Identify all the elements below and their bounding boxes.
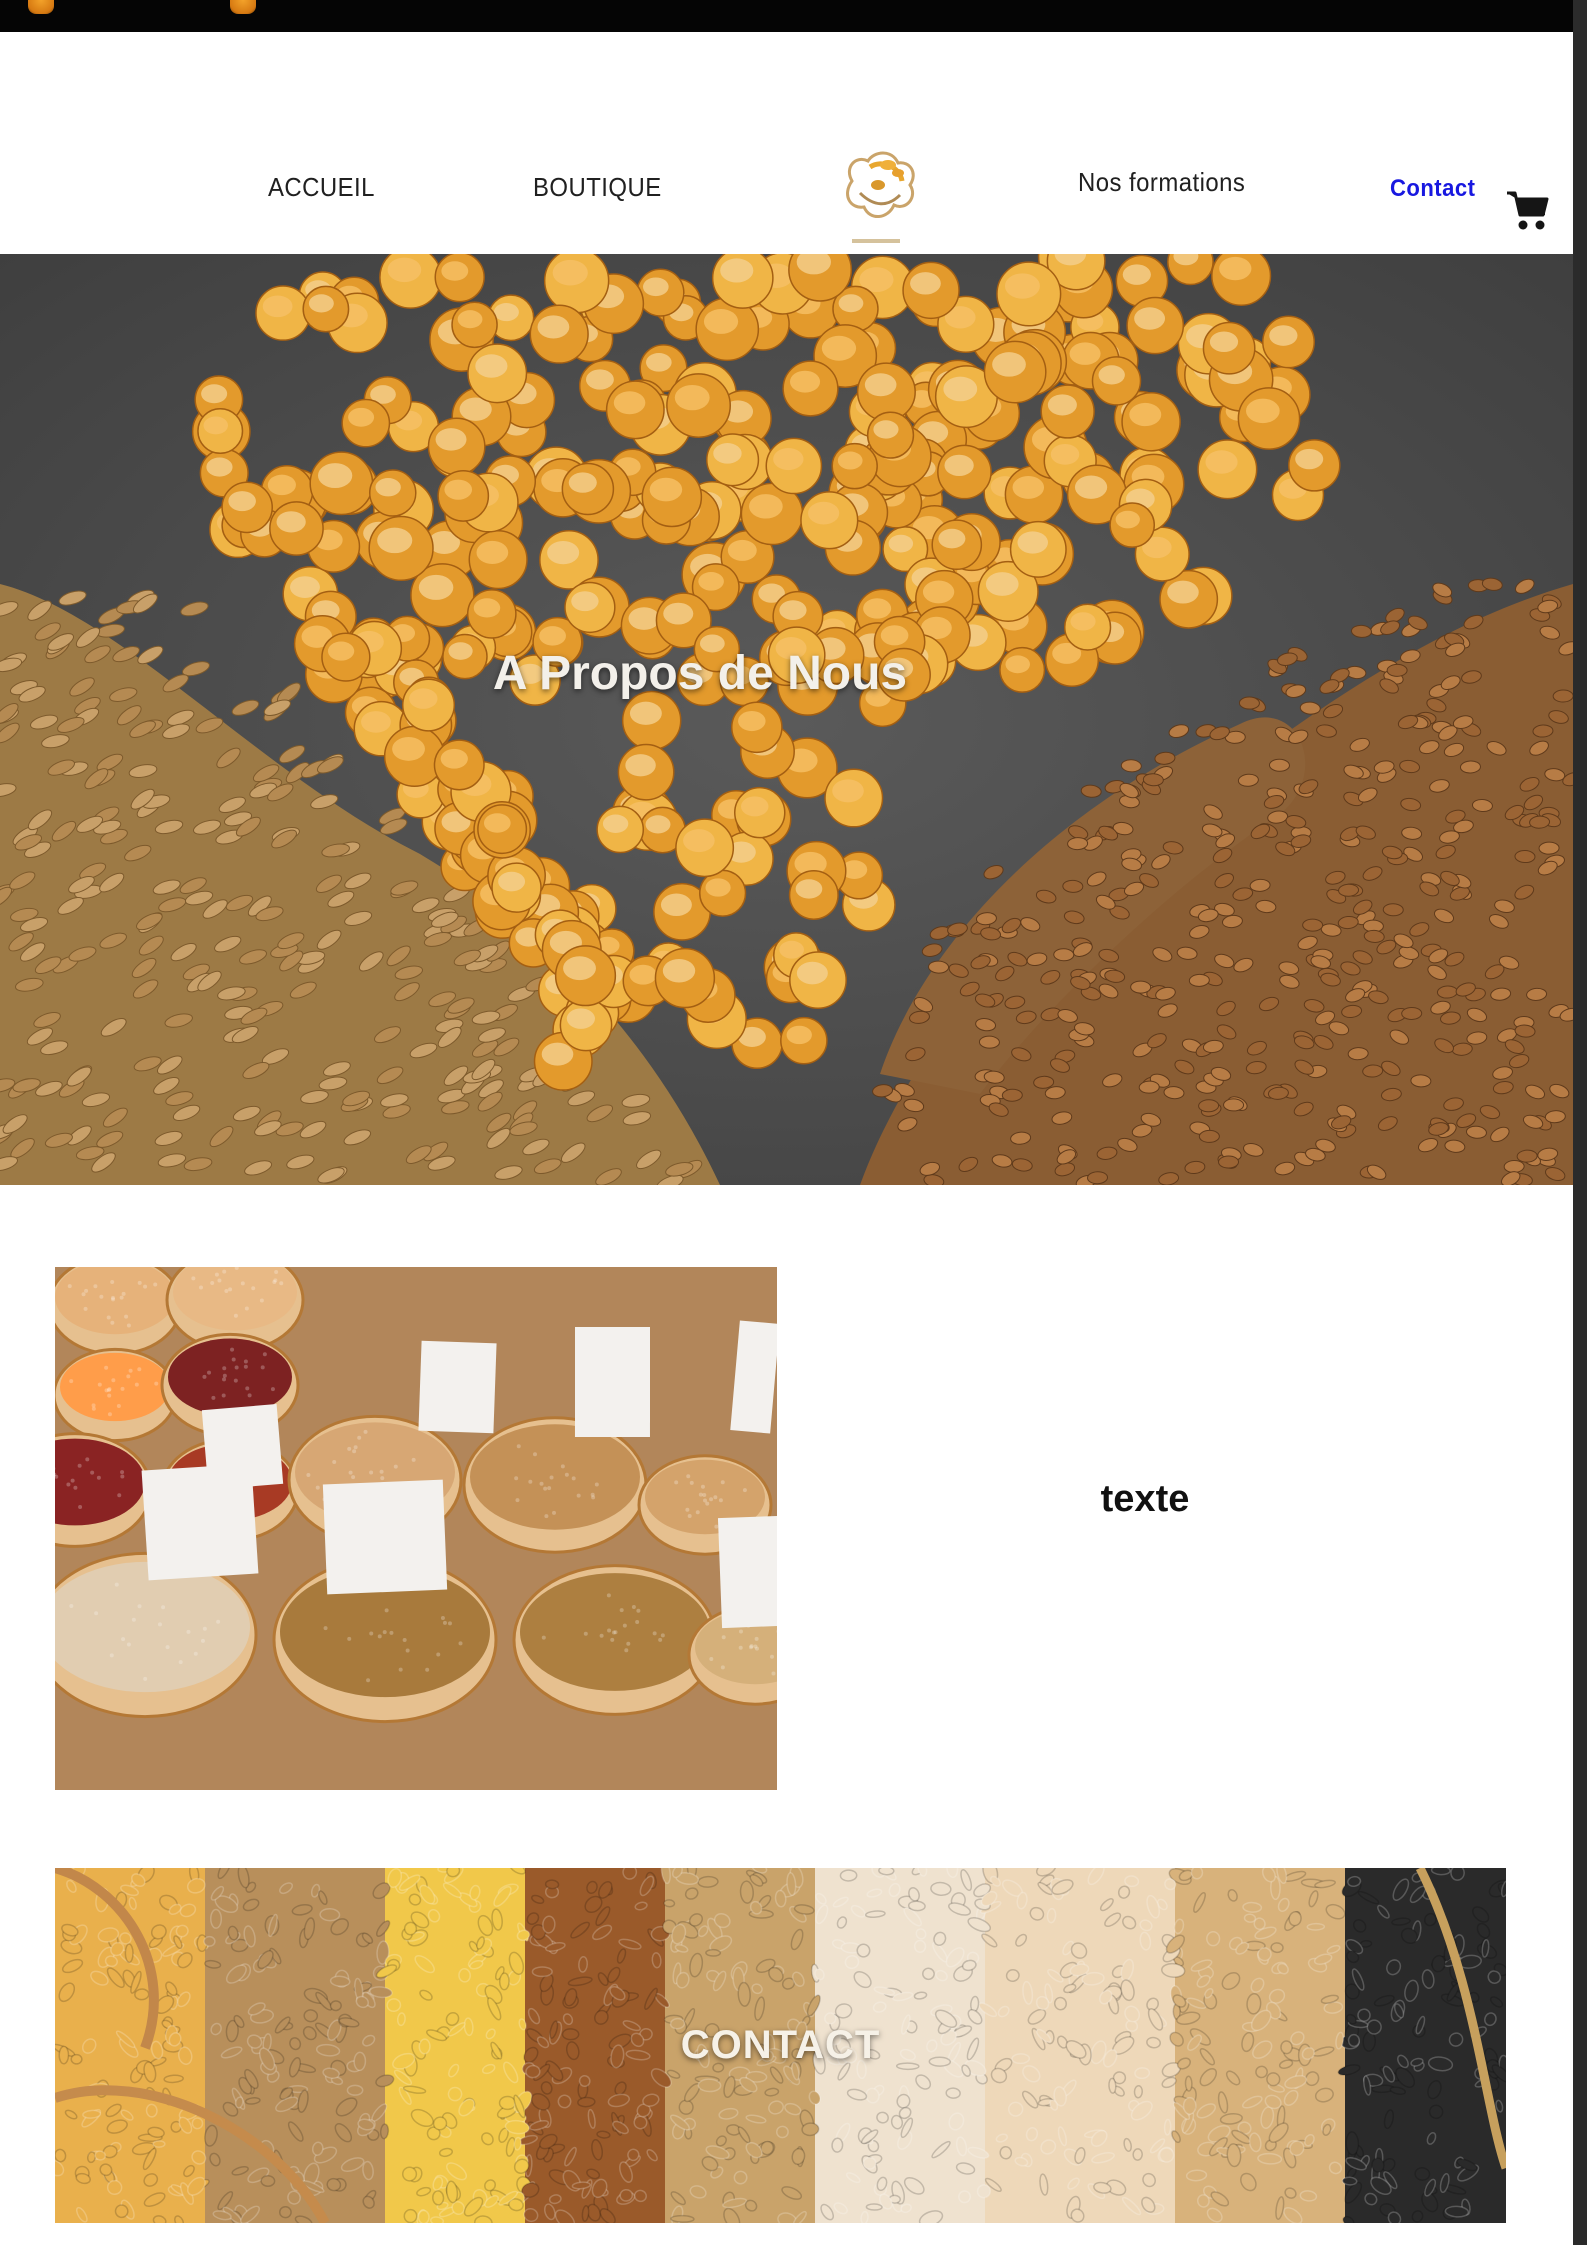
nav-link-formations[interactable]: Nos formations bbox=[1078, 167, 1245, 198]
contact-banner[interactable]: CONTACT bbox=[55, 1868, 1506, 2223]
about-text: texte bbox=[1100, 1478, 1190, 1520]
hero-title: A Propos de Nous bbox=[492, 647, 908, 700]
top-bar bbox=[0, 0, 1573, 32]
nav-link-contact[interactable]: Contact bbox=[1390, 175, 1475, 203]
hero-banner: A Propos de Nous bbox=[0, 254, 1573, 1185]
hero-grains-image bbox=[0, 254, 1573, 1185]
shopping-cart-icon[interactable] bbox=[1505, 187, 1549, 233]
nav-link-boutique[interactable]: BOUTIQUE bbox=[533, 172, 662, 203]
contact-banner-title: CONTACT bbox=[680, 2023, 881, 2067]
mail-icon bbox=[230, 0, 256, 14]
nav-link-accueil[interactable]: ACCUEIL bbox=[268, 172, 375, 203]
grain-logo-icon[interactable] bbox=[830, 137, 925, 252]
phone-icon bbox=[28, 0, 54, 14]
grain-bowls-image bbox=[55, 1267, 777, 1790]
window-edge bbox=[1573, 0, 1587, 2245]
top-bar-item[interactable] bbox=[28, 0, 66, 14]
about-image bbox=[55, 1267, 777, 1790]
top-bar-item[interactable] bbox=[230, 0, 268, 14]
site-header: ACCUEIL BOUTIQUE Nos formations Contact bbox=[0, 32, 1573, 254]
page: ACCUEIL BOUTIQUE Nos formations Contact … bbox=[0, 0, 1573, 2245]
